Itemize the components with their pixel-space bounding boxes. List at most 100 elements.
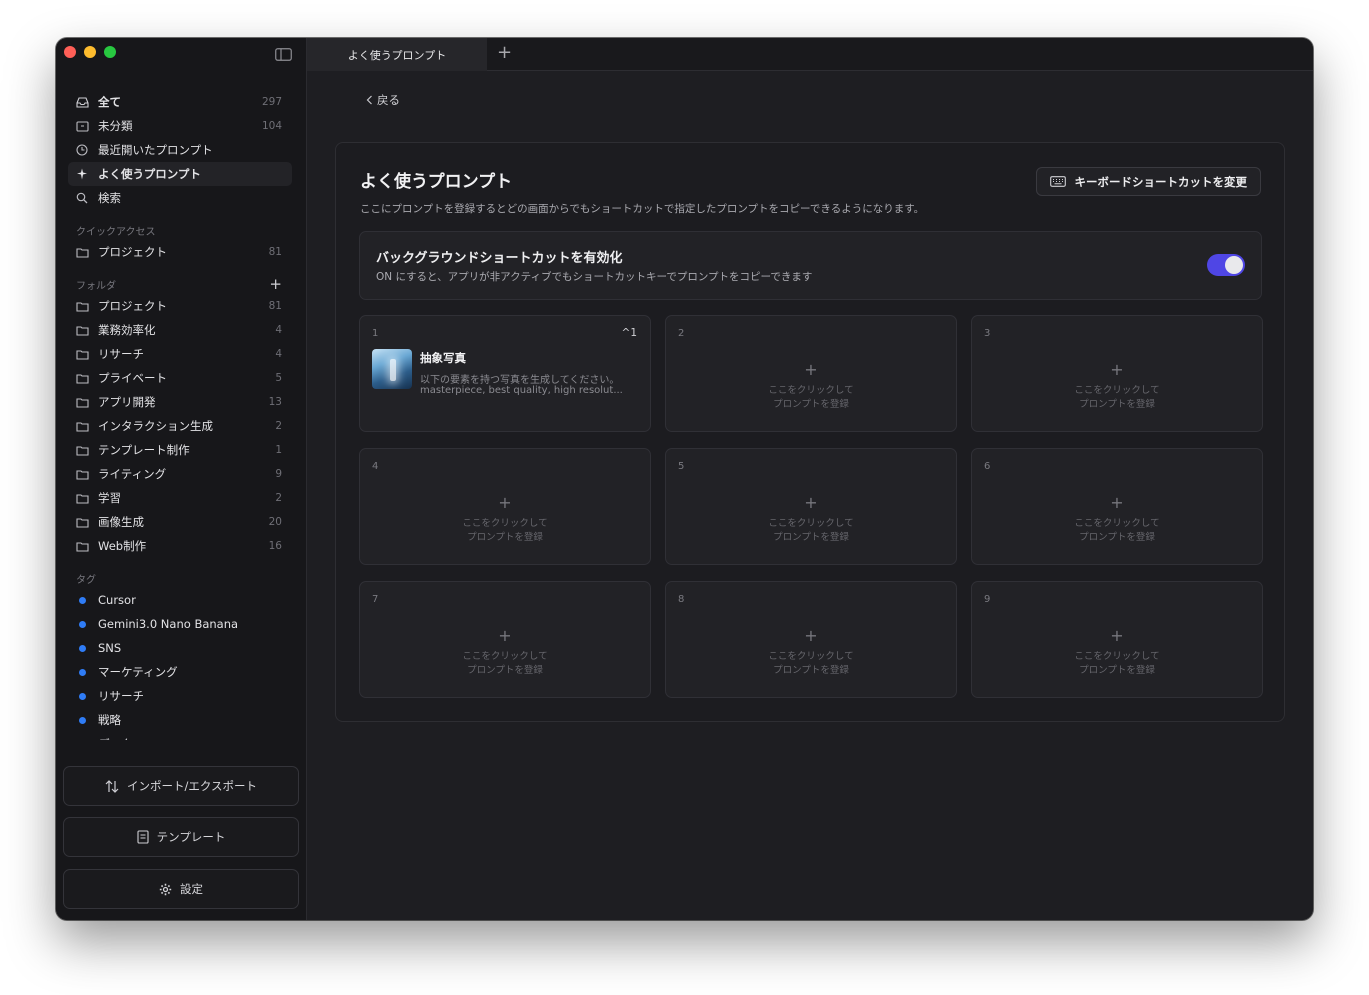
sidebar-item-tag[interactable]: SNS (68, 636, 292, 660)
slot-number: 5 (678, 461, 685, 472)
sidebar-item-label: 業務効率化 (98, 323, 156, 337)
sidebar-item-count: 20 (268, 516, 282, 528)
tab-bar: よく使うプロンプト + (307, 38, 1313, 71)
sidebar-item-label: アプリ開発 (98, 395, 156, 409)
sidebar-item-tag[interactable]: データ (68, 732, 292, 740)
prompt-slot[interactable]: 7 + ここをクリックして プロンプトを登録 (359, 581, 651, 698)
template-button[interactable]: テンプレート (63, 817, 299, 857)
sidebar-item-quick-project[interactable]: プロジェクト 81 (68, 240, 292, 264)
app-window: 全て 297 未分類 104 最近開いたプロンプト よく使うプロンプト 検索 ク… (56, 38, 1313, 920)
prompt-slot[interactable]: 4 + ここをクリックして プロンプトを登録 (359, 448, 651, 565)
background-shortcut-toggle[interactable] (1207, 254, 1245, 276)
sidebar-item-search[interactable]: 検索 (68, 186, 292, 210)
change-shortcut-button[interactable]: キーボードショートカットを変更 (1035, 167, 1261, 196)
empty-slot-line: プロンプトを登録 (1079, 399, 1155, 410)
sidebar-item-folder[interactable]: テンプレート制作 1 (68, 438, 292, 462)
folders-header: フォルダ + (68, 274, 292, 294)
plus-icon: + (1110, 360, 1124, 379)
folder-icon (75, 347, 89, 361)
tag-dot-icon (75, 593, 89, 607)
folder-icon (75, 395, 89, 409)
tags-header: タグ (68, 568, 292, 588)
sidebar-toggle-icon[interactable] (275, 48, 292, 61)
folder-icon (75, 245, 89, 259)
sidebar-item-label: 全て (98, 95, 121, 109)
add-folder-button[interactable]: + (269, 276, 282, 292)
folder-icon (75, 299, 89, 313)
sidebar-item-folder[interactable]: ライティング 9 (68, 462, 292, 486)
prompt-slot[interactable]: 8 + ここをクリックして プロンプトを登録 (665, 581, 957, 698)
plus-icon: + (498, 626, 512, 645)
prompt-title: 抽象写真 (420, 351, 466, 365)
sidebar-item-all[interactable]: 全て 297 (68, 90, 292, 114)
empty-slot-line: プロンプトを登録 (1079, 532, 1155, 543)
search-icon (75, 191, 89, 205)
background-shortcut-description: ON にすると、アプリが非アクティブでもショートカットキーでプロンプトをコピーで… (376, 271, 813, 283)
prompt-slot[interactable]: 3 + ここをクリックして プロンプトを登録 (971, 315, 1263, 432)
prompt-slot[interactable]: 1 ^1 抽象写真 以下の要素を持つ写真を生成してください。 masterpiece, … (359, 315, 651, 432)
prompt-slot[interactable]: 5 + ここをクリックして プロンプトを登録 (665, 448, 957, 565)
sidebar-item-tag[interactable]: マーケティング (68, 660, 292, 684)
chevron-left-icon (366, 95, 372, 105)
sidebar-item-recent[interactable]: 最近開いたプロンプト (68, 138, 292, 162)
settings-label: 設定 (180, 882, 203, 896)
sidebar-item-folder[interactable]: 学習 2 (68, 486, 292, 510)
empty-slot-line: プロンプトを登録 (773, 665, 849, 676)
sidebar-item-count: 2 (275, 492, 282, 504)
sidebar-item-count: 2 (275, 420, 282, 432)
change-shortcut-label: キーボードショートカットを変更 (1074, 174, 1248, 189)
background-shortcut-card: バックグラウンドショートカットを有効化 ON にすると、アプリが非アクティブでも… (359, 231, 1262, 300)
slot-number: 3 (984, 328, 991, 339)
sidebar-item-count: 4 (275, 348, 282, 360)
clock-icon (75, 143, 89, 157)
sidebar-item-label: 戦略 (98, 713, 121, 727)
minimize-window-button[interactable] (84, 46, 96, 58)
empty-slot-placeholder: + ここをクリックして プロンプトを登録 (666, 495, 956, 545)
sidebar-item-folder[interactable]: プライベート 5 (68, 366, 292, 390)
prompt-slot[interactable]: 2 + ここをクリックして プロンプトを登録 (665, 315, 957, 432)
sidebar-item-favorites[interactable]: よく使うプロンプト (68, 162, 292, 186)
sidebar-item-label: テンプレート制作 (98, 443, 190, 457)
plus-icon: + (804, 360, 818, 379)
back-button[interactable]: 戻る (366, 92, 400, 108)
slot-number: 6 (984, 461, 991, 472)
sidebar-item-label: 学習 (98, 491, 121, 505)
page-description: ここにプロンプトを登録するとどの画面からでもショートカットで指定したプロンプトを… (360, 203, 925, 215)
sidebar-item-tag[interactable]: Cursor (68, 588, 292, 612)
sidebar-item-folder[interactable]: 業務効率化 4 (68, 318, 292, 342)
sidebar-item-label: ライティング (98, 467, 167, 481)
settings-button[interactable]: 設定 (63, 869, 299, 909)
page-title: よく使うプロンプト (360, 172, 513, 192)
sidebar-item-folder[interactable]: インタラクション生成 2 (68, 414, 292, 438)
zoom-window-button[interactable] (104, 46, 116, 58)
favorites-panel: よく使うプロンプト ここにプロンプトを登録するとどの画面からでもショートカットで… (335, 142, 1285, 722)
sidebar-item-folder[interactable]: Web制作 16 (68, 534, 292, 558)
quick-access-title: クイックアクセス (76, 226, 156, 238)
tag-dot-icon (75, 737, 89, 740)
prompt-slot[interactable]: 9 + ここをクリックして プロンプトを登録 (971, 581, 1263, 698)
empty-slot-placeholder: + ここをクリックして プロンプトを登録 (360, 628, 650, 678)
sidebar-item-tag[interactable]: 戦略 (68, 708, 292, 732)
tag-list: Cursor Gemini3.0 Nano Banana SNS マーケティング リサー… (68, 588, 292, 740)
new-tab-button[interactable]: + (497, 44, 512, 62)
sidebar-item-count: 81 (268, 300, 282, 312)
prompt-slot[interactable]: 6 + ここをクリックして プロンプトを登録 (971, 448, 1263, 565)
sidebar-item-tag[interactable]: リサーチ (68, 684, 292, 708)
sidebar-item-tag[interactable]: Gemini3.0 Nano Banana (68, 612, 292, 636)
empty-slot-line: ここをクリックして (768, 651, 854, 662)
tag-color-dot (78, 668, 86, 676)
plus-icon: + (498, 493, 512, 512)
sidebar-item-folder[interactable]: リサーチ 4 (68, 342, 292, 366)
import-export-button[interactable]: インポート/エクスポート (63, 766, 299, 806)
close-window-button[interactable] (64, 46, 76, 58)
sidebar-item-label: リサーチ (98, 347, 144, 361)
tab-favorites[interactable]: よく使うプロンプト (307, 38, 487, 71)
sidebar-item-folder[interactable]: アプリ開発 13 (68, 390, 292, 414)
empty-slot-line: プロンプトを登録 (773, 532, 849, 543)
sidebar-item-folder[interactable]: プロジェクト 81 (68, 294, 292, 318)
sidebar-item-uncategorized[interactable]: 未分類 104 (68, 114, 292, 138)
sidebar-item-folder[interactable]: 画像生成 20 (68, 510, 292, 534)
window-controls (64, 46, 116, 58)
empty-slot-placeholder: + ここをクリックして プロンプトを登録 (972, 362, 1262, 412)
tag-color-dot (78, 692, 86, 700)
